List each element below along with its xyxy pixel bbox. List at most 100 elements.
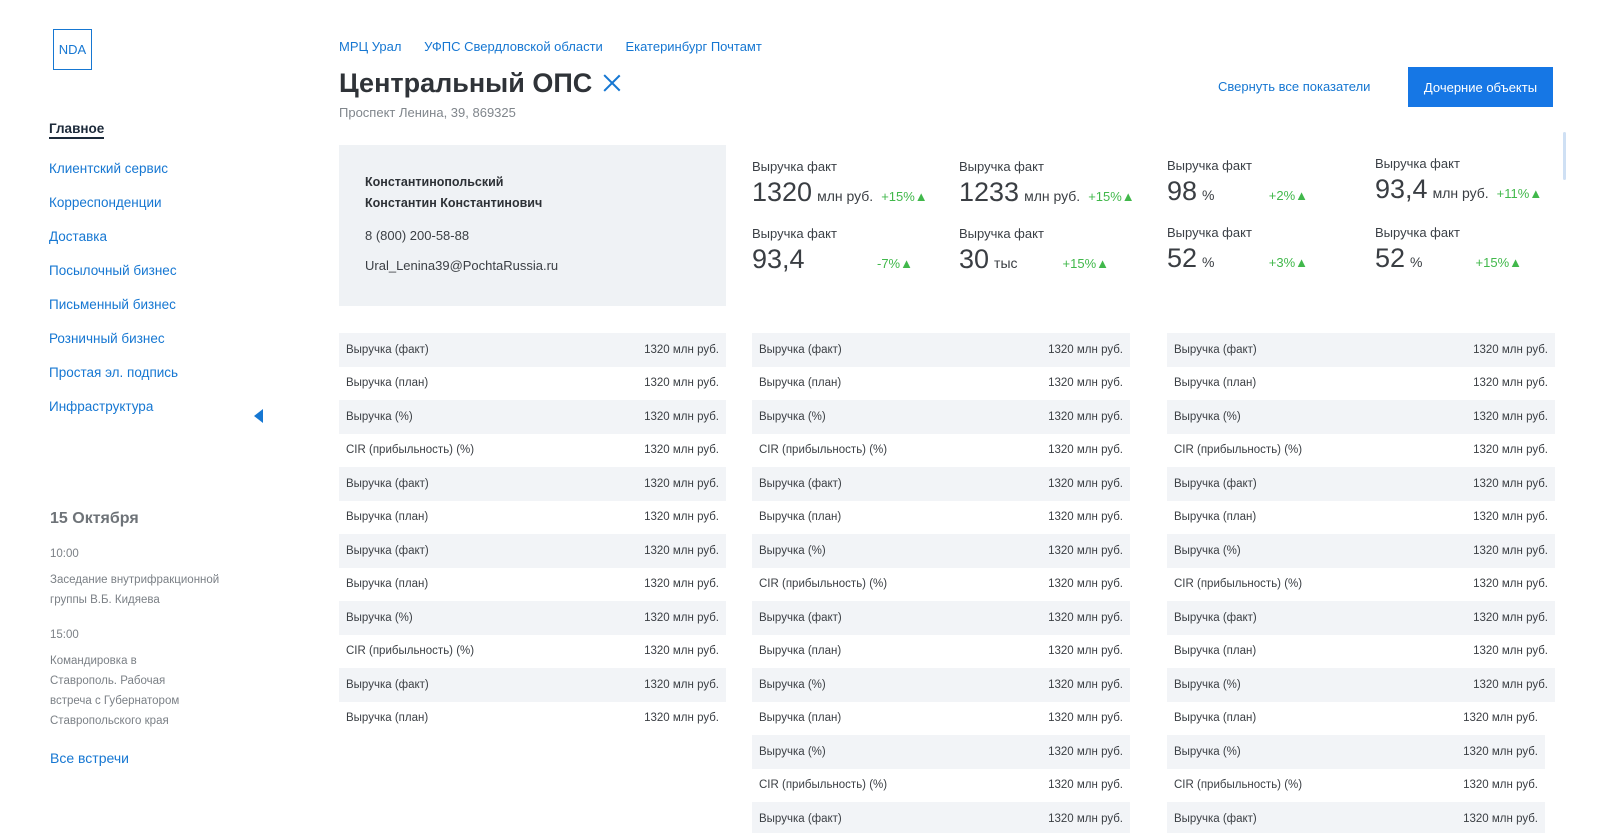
- table-row[interactable]: Выручка (план) 1320 млн руб.: [752, 501, 1130, 535]
- contact-name-line: Константин Константинович: [365, 196, 543, 210]
- table-row[interactable]: Выручка (факт) 1320 млн руб.: [752, 467, 1130, 501]
- table-row[interactable]: Выручка (план) 1320 млн руб.: [1167, 635, 1555, 669]
- calendar-panel: 15 Октября 10:00 Заседание внутрифракцио…: [50, 510, 250, 766]
- table-row[interactable]: CIR (прибыльность) (%) 1320 млн руб.: [339, 434, 726, 468]
- row-label: Выручка (план): [759, 712, 842, 725]
- row-value: 1320 млн руб.: [1048, 745, 1123, 758]
- kpi-delta: -7%▲: [877, 256, 913, 271]
- scrollbar-thumb[interactable]: [1563, 132, 1566, 180]
- row-label: Выручка (факт): [346, 678, 429, 691]
- table-row[interactable]: Выручка (план) 1320 млн руб.: [752, 367, 1130, 401]
- table-row[interactable]: Выручка (план) 1320 млн руб.: [1167, 702, 1545, 736]
- kpi-card: Выручка факт 93,4 -7%▲: [752, 226, 913, 275]
- row-value: 1320 млн руб.: [1463, 712, 1538, 725]
- table-row[interactable]: Выручка (факт) 1320 млн руб.: [1167, 467, 1555, 501]
- kpi-value: 93,4: [752, 244, 805, 274]
- kpi-value: 52: [1167, 243, 1198, 273]
- table-row[interactable]: Выручка (факт) 1320 млн руб.: [339, 668, 726, 702]
- row-label: CIR (прибыльность) (%): [759, 578, 888, 591]
- row-label: Выручка (%): [346, 611, 413, 624]
- row-value: 1320 млн руб.: [1473, 511, 1548, 524]
- table-row[interactable]: Выручка (%) 1320 млн руб.: [1167, 400, 1555, 434]
- table-row[interactable]: CIR (прибыльность) (%) 1320 млн руб.: [1167, 568, 1555, 602]
- table-row[interactable]: CIR (прибыльность) (%) 1320 млн руб.: [1167, 434, 1555, 468]
- nav-item-main[interactable]: Главное: [49, 119, 279, 159]
- breadcrumb-item[interactable]: Екатеринбург Почтамт: [625, 39, 761, 54]
- table-row[interactable]: Выручка (%) 1320 млн руб.: [752, 534, 1130, 568]
- close-icon[interactable]: [603, 74, 621, 92]
- nav-item-parcel-business[interactable]: Посылочный бизнес: [49, 261, 279, 295]
- event-time: 15:00: [50, 629, 79, 641]
- event-text[interactable]: Заседание внутрифракционной группы В.Б. …: [50, 570, 228, 610]
- kpi-card: Выручка факт 1320 млн руб. +15%▲: [752, 159, 948, 208]
- nav-item-letter-business[interactable]: Письменный бизнес: [49, 295, 279, 329]
- breadcrumb-item[interactable]: МРЦ Урал: [339, 39, 401, 54]
- table-row[interactable]: Выручка (факт) 1320 млн руб.: [1167, 333, 1555, 367]
- kpi-value: 30: [959, 244, 990, 274]
- kpi-label: Выручка факт: [959, 159, 1044, 174]
- table-row[interactable]: Выручка (план) 1320 млн руб.: [752, 702, 1130, 736]
- table-row[interactable]: Выручка (план) 1320 млн руб.: [339, 702, 726, 736]
- row-label: Выручка (план): [759, 511, 842, 524]
- kpi-card: Выручка факт 52% +15%▲: [1375, 225, 1522, 274]
- nav-item-client-service[interactable]: Клиентский сервис: [49, 159, 279, 193]
- table-row[interactable]: Выручка (план) 1320 млн руб.: [1167, 501, 1555, 535]
- logo[interactable]: NDA: [53, 29, 92, 70]
- row-value: 1320 млн руб.: [1473, 645, 1548, 658]
- table-row[interactable]: Выручка (план) 1320 млн руб.: [1167, 367, 1555, 401]
- table-row[interactable]: Выручка (факт) 1320 млн руб.: [339, 534, 726, 568]
- row-label: Выручка (%): [759, 544, 826, 557]
- table-row[interactable]: Выручка (%) 1320 млн руб.: [1167, 534, 1555, 568]
- contact-phone[interactable]: 8 (800) 200-58-88: [365, 226, 700, 246]
- table-row[interactable]: Выручка (%) 1320 млн руб.: [339, 601, 726, 635]
- contact-name-line: Константинопольский: [365, 175, 504, 189]
- row-label: Выручка (факт): [759, 343, 842, 356]
- table-row[interactable]: Выручка (%) 1320 млн руб.: [752, 735, 1130, 769]
- row-value: 1320 млн руб.: [1048, 377, 1123, 390]
- table-row[interactable]: Выручка (%) 1320 млн руб.: [1167, 668, 1555, 702]
- row-label: Выручка (%): [759, 678, 826, 691]
- table-row[interactable]: Выручка (факт) 1320 млн руб.: [1167, 601, 1555, 635]
- table-row[interactable]: Выручка (план) 1320 млн руб.: [339, 367, 726, 401]
- nav-item-correspondence[interactable]: Корреспонденции: [49, 193, 279, 227]
- table-row[interactable]: Выручка (факт) 1320 млн руб.: [1167, 802, 1545, 833]
- kpi-label: Выручка факт: [752, 226, 837, 241]
- table-row[interactable]: Выручка (факт) 1320 млн руб.: [752, 601, 1130, 635]
- table-row[interactable]: Выручка (факт) 1320 млн руб.: [752, 333, 1130, 367]
- breadcrumb-item[interactable]: УФПС Свердловской области: [424, 39, 603, 54]
- kpi-value: 1233: [959, 177, 1020, 207]
- table-row[interactable]: CIR (прибыльность) (%) 1320 млн руб.: [752, 769, 1130, 803]
- table-row[interactable]: CIR (прибыльность) (%) 1320 млн руб.: [339, 635, 726, 669]
- collapse-sidebar-arrow-icon[interactable]: [254, 409, 263, 423]
- table-row[interactable]: CIR (прибыльность) (%) 1320 млн руб.: [752, 434, 1130, 468]
- kpi-unit: %: [1410, 254, 1423, 270]
- table-row[interactable]: Выручка (факт) 1320 млн руб.: [339, 467, 726, 501]
- table-row[interactable]: Выручка (факт) 1320 млн руб.: [339, 333, 726, 367]
- table-row[interactable]: CIR (прибыльность) (%) 1320 млн руб.: [1167, 769, 1545, 803]
- table-row[interactable]: Выручка (%) 1320 млн руб.: [339, 400, 726, 434]
- contact-email[interactable]: Ural_Lenina39@PochtaRussia.ru: [365, 256, 700, 276]
- collapse-all-link[interactable]: Свернуть все показатели: [1218, 79, 1370, 94]
- table-row[interactable]: Выручка (факт) 1320 млн руб.: [752, 802, 1130, 833]
- nav-item-infrastructure[interactable]: Инфраструктура: [49, 397, 279, 431]
- row-value: 1320 млн руб.: [1048, 779, 1123, 792]
- table-row[interactable]: Выручка (%) 1320 млн руб.: [752, 668, 1130, 702]
- table-row[interactable]: Выручка (%) 1320 млн руб.: [1167, 735, 1545, 769]
- nav-item-retail-business[interactable]: Розничный бизнес: [49, 329, 279, 363]
- child-objects-button[interactable]: Дочерние объекты: [1408, 67, 1553, 107]
- contact-card: Константинопольский Константин Константи…: [339, 145, 726, 306]
- row-value: 1320 млн руб.: [1048, 812, 1123, 825]
- all-meetings-link[interactable]: Все встречи: [50, 750, 250, 766]
- table-row[interactable]: Выручка (план) 1320 млн руб.: [339, 501, 726, 535]
- nav-item-delivery[interactable]: Доставка: [49, 227, 279, 261]
- table-row[interactable]: Выручка (план) 1320 млн руб.: [752, 635, 1130, 669]
- table-row[interactable]: Выручка (%) 1320 млн руб.: [752, 400, 1130, 434]
- event-text[interactable]: Командировка в Ставрополь. Рабочая встре…: [50, 651, 190, 731]
- row-label: Выручка (факт): [346, 477, 429, 490]
- table-row[interactable]: Выручка (план) 1320 млн руб.: [339, 568, 726, 602]
- row-label: Выручка (план): [346, 712, 429, 725]
- row-label: CIR (прибыльность) (%): [346, 444, 475, 457]
- kpi-delta: +15%▲: [1088, 189, 1135, 204]
- table-row[interactable]: CIR (прибыльность) (%) 1320 млн руб.: [752, 568, 1130, 602]
- nav-item-e-signature[interactable]: Простая эл. подпись: [49, 363, 279, 397]
